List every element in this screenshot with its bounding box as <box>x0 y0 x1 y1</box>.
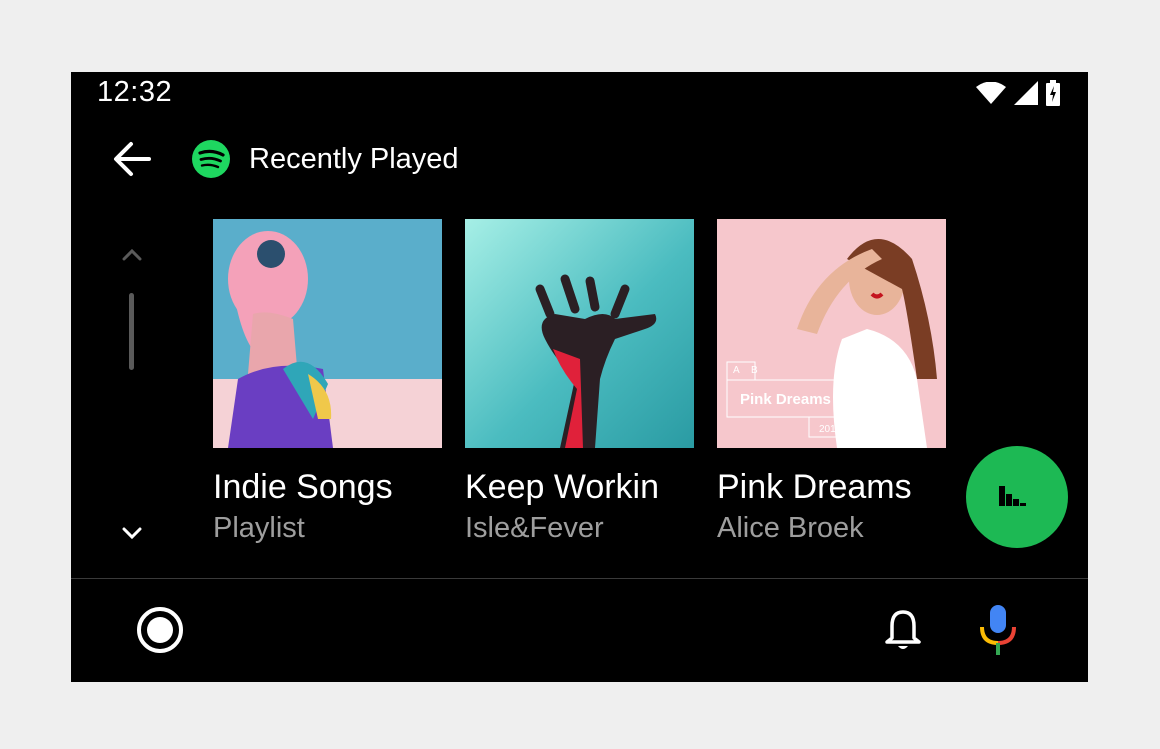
scrollbar-thumb[interactable] <box>129 293 134 370</box>
status-time: 12:32 <box>97 76 173 108</box>
card-subtitle: Alice Broek <box>717 512 864 544</box>
equalizer-icon <box>999 486 1026 506</box>
mic-icon[interactable] <box>979 605 1017 655</box>
album-art: A B Pink Dreams 2018 <box>717 219 946 448</box>
divider <box>71 578 1088 579</box>
spotify-icon <box>192 140 230 178</box>
now-playing-button[interactable] <box>966 446 1068 548</box>
card-subtitle: Playlist <box>213 512 305 544</box>
back-arrow-icon[interactable] <box>111 138 153 180</box>
media-card[interactable]: Keep Workin Isle&Fever <box>465 219 694 544</box>
album-art <box>213 219 442 448</box>
art-title: Pink Dreams <box>740 391 831 408</box>
art-year: 2018 <box>819 424 842 435</box>
signal-icon <box>1014 81 1038 105</box>
card-title: Keep Workin <box>465 468 660 506</box>
home-circle-icon[interactable] <box>136 606 184 654</box>
art-tag: B <box>751 365 758 376</box>
card-subtitle: Isle&Fever <box>465 512 604 544</box>
bell-icon[interactable] <box>883 608 923 652</box>
status-icons <box>976 80 1060 106</box>
media-card[interactable]: Indie Songs Playlist <box>213 219 442 544</box>
android-auto-screen: 12:32 Recently Played Indie Songs Playli… <box>71 72 1088 682</box>
chevron-up-icon[interactable] <box>119 242 145 268</box>
card-title: Indie Songs <box>213 468 393 506</box>
battery-icon <box>1046 80 1060 106</box>
card-title: Pink Dreams <box>717 468 912 506</box>
album-art <box>465 219 694 448</box>
page-title: Recently Played <box>249 143 459 175</box>
wifi-icon <box>976 82 1006 104</box>
chevron-down-icon[interactable] <box>119 520 145 546</box>
art-tag: A <box>733 365 740 376</box>
media-card[interactable]: A B Pink Dreams 2018 Pink Dreams Alice B… <box>717 219 946 544</box>
